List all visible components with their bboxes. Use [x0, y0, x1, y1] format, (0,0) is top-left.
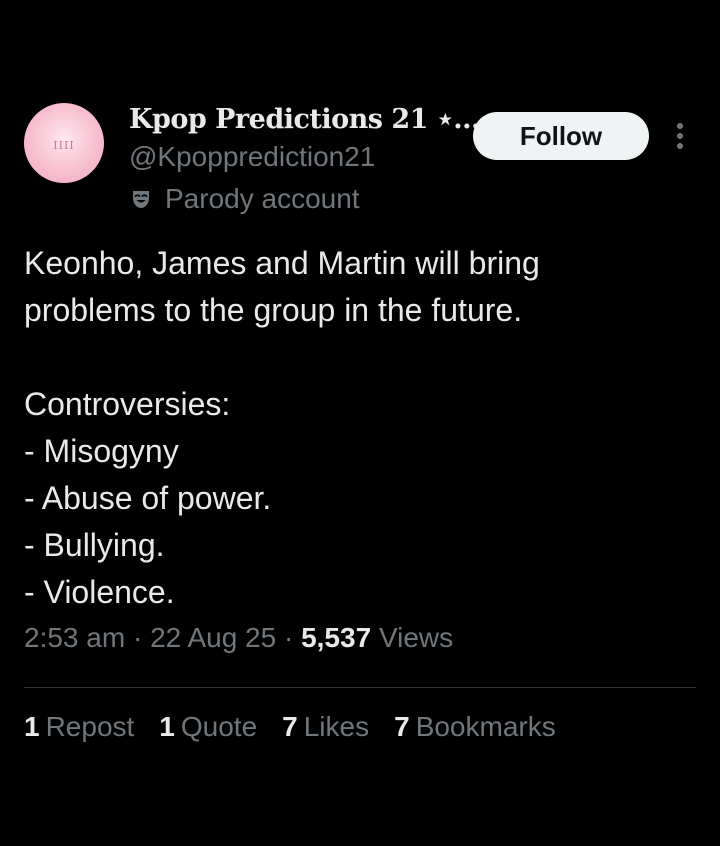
bookmarks-stat[interactable]: 7 Bookmarks — [394, 711, 556, 743]
author-display-name[interactable]: Kpop Predictions 21 ⋆... — [129, 104, 480, 135]
tweet-text-line — [24, 334, 696, 381]
tweet-text-line: problems to the group in the future. — [24, 292, 523, 328]
quotes-label: Quote — [180, 711, 258, 742]
engagement-stats: 1 Repost 1 Quote 7 Likes 7 Bookmarks — [24, 711, 581, 743]
more-dot — [677, 123, 683, 129]
likes-stat[interactable]: 7 Likes — [282, 711, 369, 743]
more-dot — [677, 133, 683, 139]
reposts-label: Repost — [45, 711, 135, 742]
tweet-meta: 2:53 am · 22 Aug 25 · 5,537 Views — [24, 622, 453, 654]
author-handle[interactable]: @Kpopprediction21 — [129, 141, 375, 173]
bookmarks-count: 7 — [394, 711, 410, 742]
tweet-text-line: Controversies: — [24, 386, 231, 422]
tweet-container: IIII Kpop Predictions 21 ⋆... @Kpoppredi… — [0, 0, 720, 846]
avatar[interactable]: IIII — [24, 103, 104, 183]
views-count: 5,537 — [301, 622, 379, 653]
more-dot — [677, 143, 683, 149]
tweet-time[interactable]: 2:53 am — [24, 622, 125, 653]
quotes-stat[interactable]: 1 Quote — [159, 711, 257, 743]
tweet-date[interactable]: 22 Aug 25 — [150, 622, 276, 653]
more-options-icon[interactable] — [668, 118, 692, 154]
tweet-text-line: - Bullying. — [24, 527, 165, 563]
likes-label: Likes — [303, 711, 370, 742]
bookmarks-label: Bookmarks — [415, 711, 556, 742]
tweet-text-line: - Abuse of power. — [24, 480, 272, 516]
follow-button[interactable]: Follow — [473, 112, 649, 160]
parody-label-row: Parody account — [129, 182, 360, 216]
quotes-count: 1 — [159, 711, 175, 742]
tweet-text: Keonho, James and Martin will bring prob… — [24, 240, 696, 616]
meta-separator: · — [283, 622, 302, 653]
likes-count: 7 — [282, 711, 298, 742]
views-label: Views — [378, 622, 454, 653]
divider — [24, 687, 696, 688]
reposts-stat[interactable]: 1 Repost — [24, 711, 134, 743]
meta-separator: · — [132, 622, 151, 653]
avatar-logo-text: IIII — [53, 138, 75, 152]
parody-mask-icon — [133, 191, 149, 208]
tweet-text-line: - Violence. — [24, 574, 175, 610]
reposts-count: 1 — [24, 711, 40, 742]
tweet-text-line: Keonho, James and Martin will bring — [24, 245, 540, 281]
tweet-text-line: - Misogyny — [24, 433, 179, 469]
parody-label: Parody account — [165, 183, 360, 214]
